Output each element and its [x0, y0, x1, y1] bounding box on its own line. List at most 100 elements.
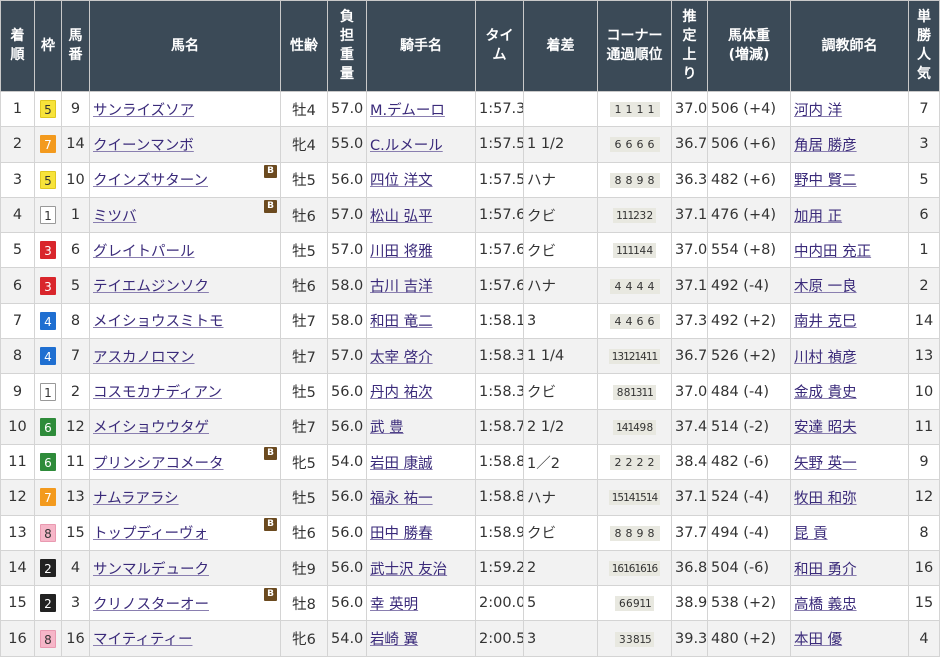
jockey-link[interactable]: 福永 祐一 [370, 491, 433, 507]
horse-name-link[interactable]: メイショウスミトモ [93, 314, 224, 330]
header-bodyweight[interactable]: 馬体重 (増減) [707, 0, 791, 92]
trainer-link[interactable]: 昆 貢 [794, 526, 828, 542]
header-finish[interactable]: 着順 [0, 0, 35, 92]
trainer-link[interactable]: 本田 優 [794, 632, 842, 648]
jockey-link[interactable]: 四位 洋文 [370, 173, 433, 189]
horse-name-link[interactable]: コスモカナディアン [93, 385, 222, 401]
race-time: 2:00.5 [475, 620, 524, 657]
horse-name-link[interactable]: メイショウウタゲ [93, 420, 209, 436]
horse-name-link[interactable]: ナムラアラシ [93, 491, 179, 507]
horse-name-link[interactable]: サンライズソア [93, 103, 194, 119]
header-weight[interactable]: 負担重量 [327, 0, 367, 92]
trainer-link[interactable]: 木原 一良 [794, 279, 857, 295]
header-pop[interactable]: 単勝人気 [908, 0, 940, 92]
horse-name-link[interactable]: プリンシアコメータ [93, 456, 224, 472]
jockey-link[interactable]: 松山 弘平 [370, 209, 433, 225]
horse-name-link[interactable]: クイーンマンボ [93, 138, 194, 154]
horse-name-link[interactable]: アスカノロマン [93, 350, 195, 366]
jockey-link[interactable]: 川田 将雅 [370, 244, 433, 260]
horse-name-link[interactable]: テイエムジンソク [93, 279, 209, 295]
corner-positions: 8898 [609, 525, 660, 541]
corner-position: 1 [614, 103, 622, 117]
finish-position: 2 [0, 126, 35, 163]
finish-position: 7 [0, 302, 35, 340]
sex-age: 牡5 [280, 479, 328, 516]
horse-number: 15 [61, 514, 90, 551]
jockey-link[interactable]: 岩田 康誠 [370, 456, 433, 472]
horse-name-link[interactable]: トップディーヴォ [93, 526, 208, 542]
trainer-link[interactable]: 河内 洋 [794, 103, 842, 119]
header-horse[interactable]: 馬名 [89, 0, 281, 92]
margin: クビ [523, 196, 598, 234]
table-row: 3 5 10 クインズサターン B 牡5 56.0 四位 洋文 1:57.5 ハナ 8 8 9 8 36.3… [0, 161, 940, 198]
header-jockey[interactable]: 騎手名 [366, 0, 476, 92]
waku-badge: 8 [40, 523, 56, 542]
jockey-link[interactable]: 丹内 祐次 [370, 385, 433, 401]
body-weight: 492 (-4) [707, 267, 791, 304]
header-umaban-line: 番 [68, 47, 83, 63]
jockey-link[interactable]: M.デムーロ [370, 103, 445, 119]
popularity: 8 [908, 514, 940, 551]
body-weight: 538 (+2) [707, 585, 791, 622]
header-weight-line: 負 [340, 9, 354, 25]
race-time: 1:58.7 [475, 408, 524, 445]
horse-name-link[interactable]: グレイトパール [93, 244, 195, 260]
trainer-link[interactable]: 金成 貴史 [794, 385, 857, 401]
header-umaban[interactable]: 馬番 [61, 0, 90, 92]
header-trainer[interactable]: 調教師名 [790, 0, 909, 92]
header-margin[interactable]: 着差 [523, 0, 598, 92]
trainer-link[interactable]: 南井 克巳 [794, 314, 857, 330]
corner-cell: 15141514 [597, 479, 672, 516]
jockey-link[interactable]: 幸 英明 [370, 597, 418, 613]
horse-name-link[interactable]: クインズサターン [93, 173, 208, 189]
trainer-link[interactable]: 安達 昭夫 [794, 420, 857, 436]
waku-badge: 4 [40, 311, 56, 330]
trainer-link[interactable]: 中内田 充正 [794, 244, 871, 260]
jockey-link[interactable]: 古川 吉洋 [370, 279, 433, 295]
jockey-link[interactable]: C.ルメール [370, 138, 443, 154]
horse-name-link[interactable]: クリノスターオー [93, 597, 209, 613]
jockey-link[interactable]: 太宰 啓介 [370, 350, 433, 366]
header-corner[interactable]: コーナー 通過順位 [597, 0, 672, 92]
last-3f: 37.1 [671, 479, 708, 516]
trainer-link[interactable]: 牧田 和弥 [794, 491, 857, 507]
trainer-link[interactable]: 和田 勇介 [794, 562, 857, 578]
corner-cell: 8898 [597, 161, 672, 198]
jockey-link[interactable]: 和田 竜二 [370, 314, 433, 330]
trainer-cell: 南井 克巳 [790, 302, 909, 340]
jockey-link[interactable]: 田中 勝春 [370, 526, 433, 542]
horse-name-link[interactable]: サンマルデューク [93, 562, 209, 578]
popularity: 13 [908, 338, 940, 375]
header-time[interactable]: タイム [475, 0, 524, 92]
margin: 2 [523, 549, 598, 587]
jockey-link[interactable]: 武 豊 [370, 420, 404, 436]
table-row: 13 8 15 トップディーヴォ B 牡6 56.0 田中 勝春 1:58.9 クビ 8 8 9 8 37.… [0, 514, 940, 551]
trainer-link[interactable]: 角居 勝彦 [794, 138, 857, 154]
header-umaban-line: 馬 [68, 28, 83, 44]
trainer-link[interactable]: 川村 禎彦 [794, 350, 857, 366]
horse-name-cell: マイティティー [89, 620, 281, 657]
jockey-link[interactable]: 武士沢 友治 [370, 562, 447, 578]
horse-name-cell: グレイトパール [89, 232, 281, 269]
table-row: 14 2 4 サンマルデューク 牡9 56.0 武士沢 友治 1:59.2 2 16161616 3… [0, 549, 940, 587]
header-last3f[interactable]: 推定上り [671, 0, 708, 92]
trainer-link[interactable]: 加用 正 [794, 209, 842, 225]
header-sexage[interactable]: 性齢 [280, 0, 328, 92]
race-time: 1:57.5 [475, 126, 524, 163]
header-waku[interactable]: 枠 [34, 0, 62, 92]
finish-position: 8 [0, 338, 35, 375]
corner-position: 4 [639, 245, 647, 258]
trainer-link[interactable]: 矢野 英一 [794, 456, 857, 472]
body-weight: 482 (-6) [707, 443, 791, 481]
last-3f: 36.3 [671, 161, 708, 198]
header-bodyweight-line: (増減) [728, 47, 770, 63]
horse-name-link[interactable]: マイティティー [93, 632, 192, 648]
trainer-link[interactable]: 野中 賢二 [794, 173, 857, 189]
jockey-link[interactable]: 岩崎 翼 [370, 632, 418, 648]
corner-position: 8 [625, 526, 633, 540]
finish-position: 10 [0, 408, 35, 445]
waku-cell: 6 [34, 408, 62, 445]
trainer-link[interactable]: 高橋 義忠 [794, 597, 857, 613]
horse-name-link[interactable]: ミツバ [93, 209, 137, 225]
race-time: 2:00.0 [475, 585, 524, 622]
